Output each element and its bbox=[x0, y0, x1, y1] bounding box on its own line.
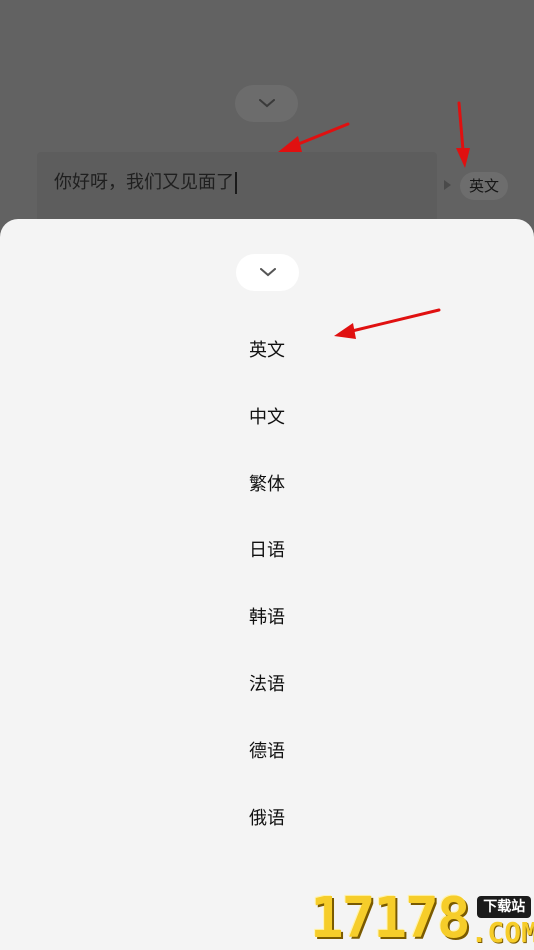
source-text: 你好呀，我们又见面了 bbox=[54, 170, 237, 196]
language-option-french[interactable]: 法语 bbox=[0, 652, 534, 719]
watermark-number: 17178 bbox=[310, 886, 471, 950]
language-option-korean[interactable]: 韩语 bbox=[0, 585, 534, 652]
play-icon bbox=[444, 180, 451, 190]
text-caret bbox=[235, 172, 237, 194]
chevron-down-icon bbox=[259, 268, 276, 277]
language-option-german[interactable]: 德语 bbox=[0, 719, 534, 786]
target-language-chip: 英文 bbox=[460, 172, 508, 200]
collapse-sheet-button[interactable] bbox=[236, 254, 299, 291]
language-option-traditional[interactable]: 繁体 bbox=[0, 452, 534, 519]
language-option-english[interactable]: 英文 bbox=[0, 318, 534, 385]
language-option-chinese[interactable]: 中文 bbox=[0, 385, 534, 452]
language-option-japanese[interactable]: 日语 bbox=[0, 518, 534, 585]
language-option-russian[interactable]: 俄语 bbox=[0, 786, 534, 853]
collapse-handle-background bbox=[235, 85, 298, 122]
watermark-badge: 下载站 bbox=[477, 896, 532, 918]
language-list: 英文 中文 繁体 日语 韩语 法语 德语 俄语 bbox=[0, 318, 534, 852]
site-watermark: 17178 下载站 .COM bbox=[310, 888, 534, 948]
watermark-domain: .COM bbox=[470, 916, 534, 949]
chevron-down-icon bbox=[258, 99, 275, 108]
